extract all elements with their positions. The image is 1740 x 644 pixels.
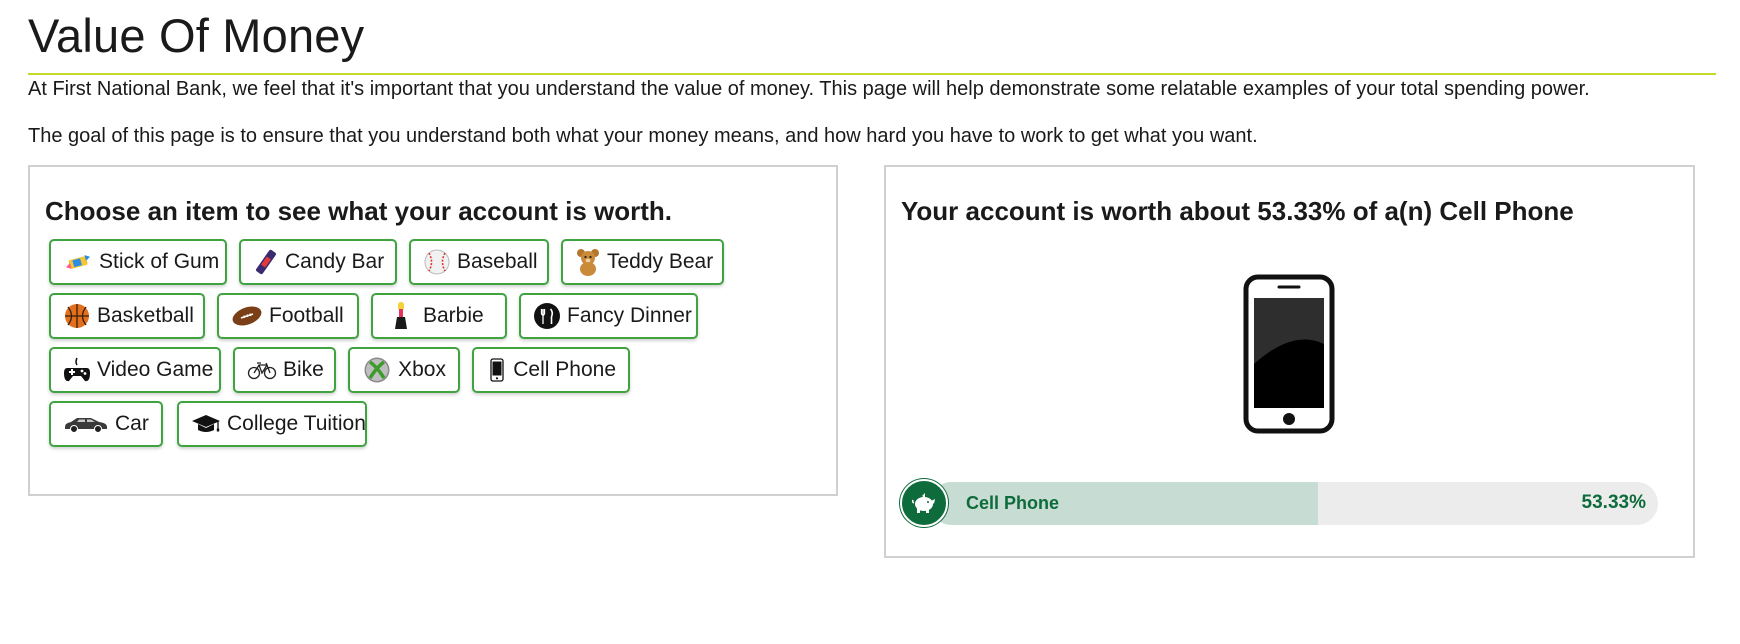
item-button-xbox[interactable]: Xbox [348,347,460,393]
teddy-bear-icon [575,247,601,277]
car-icon [63,409,109,439]
piggy-bank-icon [900,479,948,527]
football-icon [231,301,263,331]
item-button-college-tuition[interactable]: College Tuition [177,401,367,447]
item-label: Fancy Dinner [567,304,692,327]
page: Value Of Money At First National Bank, w… [0,0,1740,644]
xbox-icon [362,355,392,385]
item-button-basketball[interactable]: Basketball [49,293,205,339]
item-label: Bike [283,358,324,381]
item-button-baseball[interactable]: Baseball [409,239,549,285]
gum-icon [63,247,93,277]
item-label: Barbie [423,304,484,327]
graduation-cap-icon [191,409,221,439]
result-panel: Your account is worth about 53.33% of a(… [884,165,1695,558]
item-label: Basketball [97,304,194,327]
item-chooser-panel: Choose an item to see what your account … [28,165,838,496]
item-label: College Tuition [227,412,366,435]
barbie-icon [385,301,417,331]
bike-icon [247,355,277,385]
baseball-icon [423,247,451,277]
item-button-car[interactable]: Car [49,401,163,447]
item-button-football[interactable]: Football [217,293,359,339]
item-button-cell-phone[interactable]: Cell Phone [472,347,630,393]
intro-paragraph: At First National Bank, we feel that it'… [28,78,1590,100]
item-button-bike[interactable]: Bike [233,347,336,393]
page-title: Value Of Money [28,9,365,62]
dinner-icon [533,301,561,331]
item-label: Xbox [398,358,446,381]
item-label: Football [269,304,344,327]
progress-value: 53.33% [1581,492,1646,513]
item-button-barbie[interactable]: Barbie [371,293,507,339]
item-label: Candy Bar [285,250,385,273]
gamepad-icon [63,355,91,385]
item-button-fancy-dinner[interactable]: Fancy Dinner [519,293,698,339]
worth-progress-bar: Cell Phone 53.33% [900,479,1658,527]
progress-label: Cell Phone [966,493,1060,513]
basketball-icon [63,301,91,331]
item-button-stick-of-gum[interactable]: Stick of Gum [49,239,227,285]
item-button-teddy-bear[interactable]: Teddy Bear [561,239,724,285]
candy-bar-icon [253,247,279,277]
chooser-heading: Choose an item to see what your account … [45,196,672,226]
result-heading: Your account is worth about 53.33% of a(… [901,196,1574,226]
item-label: Teddy Bear [607,250,714,273]
item-label: Stick of Gum [99,250,220,273]
item-button-candy-bar[interactable]: Candy Bar [239,239,397,285]
item-button-video-game[interactable]: Video Game [49,347,221,393]
item-label: Car [115,412,149,435]
item-label: Baseball [457,250,538,273]
cell-phone-icon [486,355,507,385]
smartphone-icon [1243,274,1335,439]
item-label: Cell Phone [513,358,616,381]
title-divider [28,73,1716,75]
goal-paragraph: The goal of this page is to ensure that … [28,125,1258,147]
item-label: Video Game [97,358,214,381]
